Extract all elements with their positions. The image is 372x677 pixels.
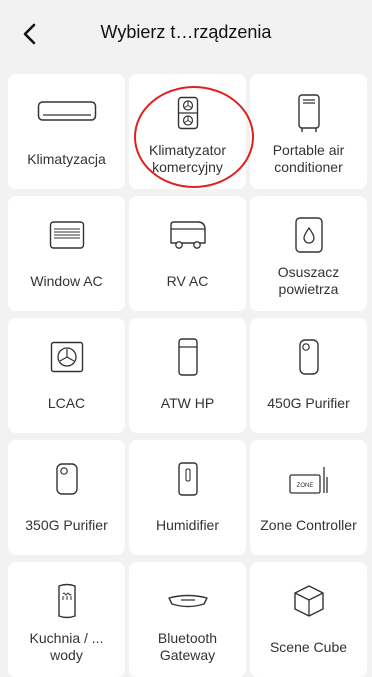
device-label: Klimatyzator komercyjny (148, 142, 227, 175)
device-label: LCAC (47, 394, 86, 411)
wall-ac-icon (8, 92, 125, 134)
device-card-bluetooth-gateway[interactable]: Bluetooth Gateway (129, 562, 246, 677)
back-button[interactable] (14, 18, 46, 50)
device-card-portable-air-conditioner[interactable]: Portable air conditioner (250, 74, 367, 189)
commercial-ac-icon (129, 92, 246, 134)
dehumidifier-icon (250, 214, 367, 256)
device-grid: Klimatyzacja Klimatyzator komercyjny Por… (8, 74, 368, 677)
device-card-klimatyzator-komercyjny[interactable]: Klimatyzator komercyjny (129, 74, 246, 189)
device-card-scene-cube[interactable]: Scene Cube (250, 562, 367, 677)
device-label: Osuszacz powietrza (277, 264, 340, 297)
rv-icon (129, 214, 246, 256)
zone-controller-icon: ZONE (250, 458, 367, 500)
device-card-zone-controller[interactable]: ZONE Zone Controller (250, 440, 367, 555)
water-heater-icon (8, 580, 125, 622)
heat-pump-icon (129, 336, 246, 378)
device-card-350g-purifier[interactable]: 350G Purifier (8, 440, 125, 555)
device-card-humidifier[interactable]: Humidifier (129, 440, 246, 555)
device-label: Window AC (30, 272, 103, 289)
cube-icon (250, 580, 367, 622)
device-card-osuszacz-powietrza[interactable]: Osuszacz powietrza (250, 196, 367, 311)
device-card-450g-purifier[interactable]: 450G Purifier (250, 318, 367, 433)
purifier-small-icon (8, 458, 125, 500)
device-label: Zone Controller (260, 516, 357, 533)
gateway-icon (129, 580, 246, 622)
page-title: Wybierz t…rządzenia (100, 22, 272, 42)
window-ac-icon (8, 214, 125, 256)
portable-ac-icon (250, 92, 367, 134)
humidifier-icon (129, 458, 246, 500)
device-label: Klimatyzacja (27, 150, 106, 167)
header-bar: Wybierz t…rządzenia (0, 0, 372, 68)
device-label: RV AC (166, 272, 209, 289)
device-label: Portable air conditioner (272, 142, 345, 175)
device-card-window-ac[interactable]: Window AC (8, 196, 125, 311)
device-label: Bluetooth Gateway (157, 630, 218, 663)
device-card-klimatyzacja[interactable]: Klimatyzacja (8, 74, 125, 189)
device-label: Kuchnia / ... wody (29, 630, 104, 663)
device-card-atw-hp[interactable]: ATW HP (129, 318, 246, 433)
device-card-rv-ac[interactable]: RV AC (129, 196, 246, 311)
device-label: Scene Cube (269, 638, 348, 655)
purifier-icon (250, 336, 367, 378)
chevron-left-icon (22, 23, 38, 45)
device-label: 450G Purifier (267, 394, 350, 411)
zone-icon-text: ZONE (296, 483, 313, 489)
device-card-kuchnia-wody[interactable]: Kuchnia / ... wody (8, 562, 125, 677)
device-card-lcac[interactable]: LCAC (8, 318, 125, 433)
device-label: ATW HP (160, 394, 215, 411)
device-label: 350G Purifier (25, 516, 108, 533)
device-label: Humidifier (155, 516, 219, 533)
fan-unit-icon (8, 336, 125, 378)
